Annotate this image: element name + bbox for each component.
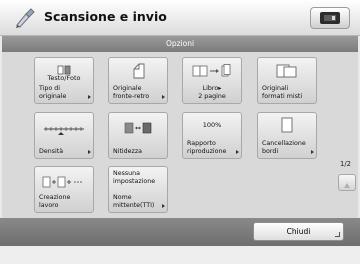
book-two-pages-button[interactable]: Libro▸ 2 pagine xyxy=(182,57,242,104)
erase-border-label: Cancellazione bordi xyxy=(262,140,306,155)
mixed-originals-icon xyxy=(276,64,297,78)
job-build-label: Creazione lavoro xyxy=(39,194,71,209)
submenu-arrow-icon xyxy=(88,95,91,99)
sender-name-label: Nome mittente(TTI) xyxy=(113,194,155,209)
scroll-up-button[interactable] xyxy=(338,174,356,191)
device-status-icon xyxy=(320,12,340,24)
density-slider-icon xyxy=(44,127,84,135)
erase-border-button[interactable]: Cancellazione bordi xyxy=(257,112,317,159)
sender-name-button[interactable]: Nessuna impostazione Nome mittente(TTI) xyxy=(108,166,168,213)
job-build-button[interactable]: Creazione lavoro xyxy=(34,166,94,213)
mixed-originals-button[interactable]: Originali formati misti xyxy=(257,57,317,104)
mixed-originals-label: Originali formati misti xyxy=(262,85,303,100)
submenu-arrow-icon xyxy=(162,95,165,99)
options-panel: Opzioni Testo/Foto Tipo di originale Ori… xyxy=(2,36,358,246)
bottom-bar: Chiudi xyxy=(0,218,360,246)
submenu-arrow-icon xyxy=(311,150,314,154)
panel-header: Opzioni xyxy=(2,36,358,52)
reproduction-ratio-value: 100% xyxy=(202,121,222,129)
page-indicator: 1/2 xyxy=(340,160,351,168)
corner-mark-icon xyxy=(335,232,340,237)
duplex-original-button[interactable]: Originale fronte-retro xyxy=(108,57,168,104)
density-button[interactable]: Densità xyxy=(34,112,94,159)
sender-name-value: Nessuna impostazione xyxy=(113,170,156,185)
status-strip xyxy=(0,246,360,264)
original-type-label: Tipo di originale xyxy=(39,85,67,100)
device-status-button[interactable] xyxy=(310,7,350,29)
sharpness-button[interactable]: Nitidezza xyxy=(108,112,168,159)
title-bar: Scansione e invio xyxy=(0,0,360,36)
submenu-arrow-icon xyxy=(162,204,165,208)
scan-pen-icon xyxy=(16,8,35,28)
erase-border-icon xyxy=(281,117,293,133)
app-title: Scansione e invio xyxy=(44,9,167,24)
submenu-arrow-icon xyxy=(236,150,239,154)
density-label: Densità xyxy=(39,147,64,155)
reproduction-ratio-label: Rapporto riproduzione xyxy=(187,140,227,155)
scroll-up-icon xyxy=(344,183,350,188)
duplex-original-icon xyxy=(133,63,145,79)
close-button-label: Chiudi xyxy=(286,227,311,236)
book-two-pages-icon xyxy=(192,64,231,77)
close-button[interactable]: Chiudi xyxy=(253,222,344,241)
duplex-original-label: Originale fronte-retro xyxy=(113,85,150,100)
reproduction-ratio-button[interactable]: 100% Rapporto riproduzione xyxy=(182,112,242,159)
original-type-button[interactable]: Testo/Foto Tipo di originale xyxy=(34,57,94,104)
job-build-icon xyxy=(42,176,82,188)
submenu-arrow-icon xyxy=(88,150,91,154)
sharpness-icon xyxy=(124,122,152,134)
original-type-value: Testo/Foto xyxy=(47,74,81,82)
sharpness-label: Nitidezza xyxy=(113,147,143,155)
book-two-pages-label: Libro▸ 2 pagine xyxy=(198,85,226,100)
